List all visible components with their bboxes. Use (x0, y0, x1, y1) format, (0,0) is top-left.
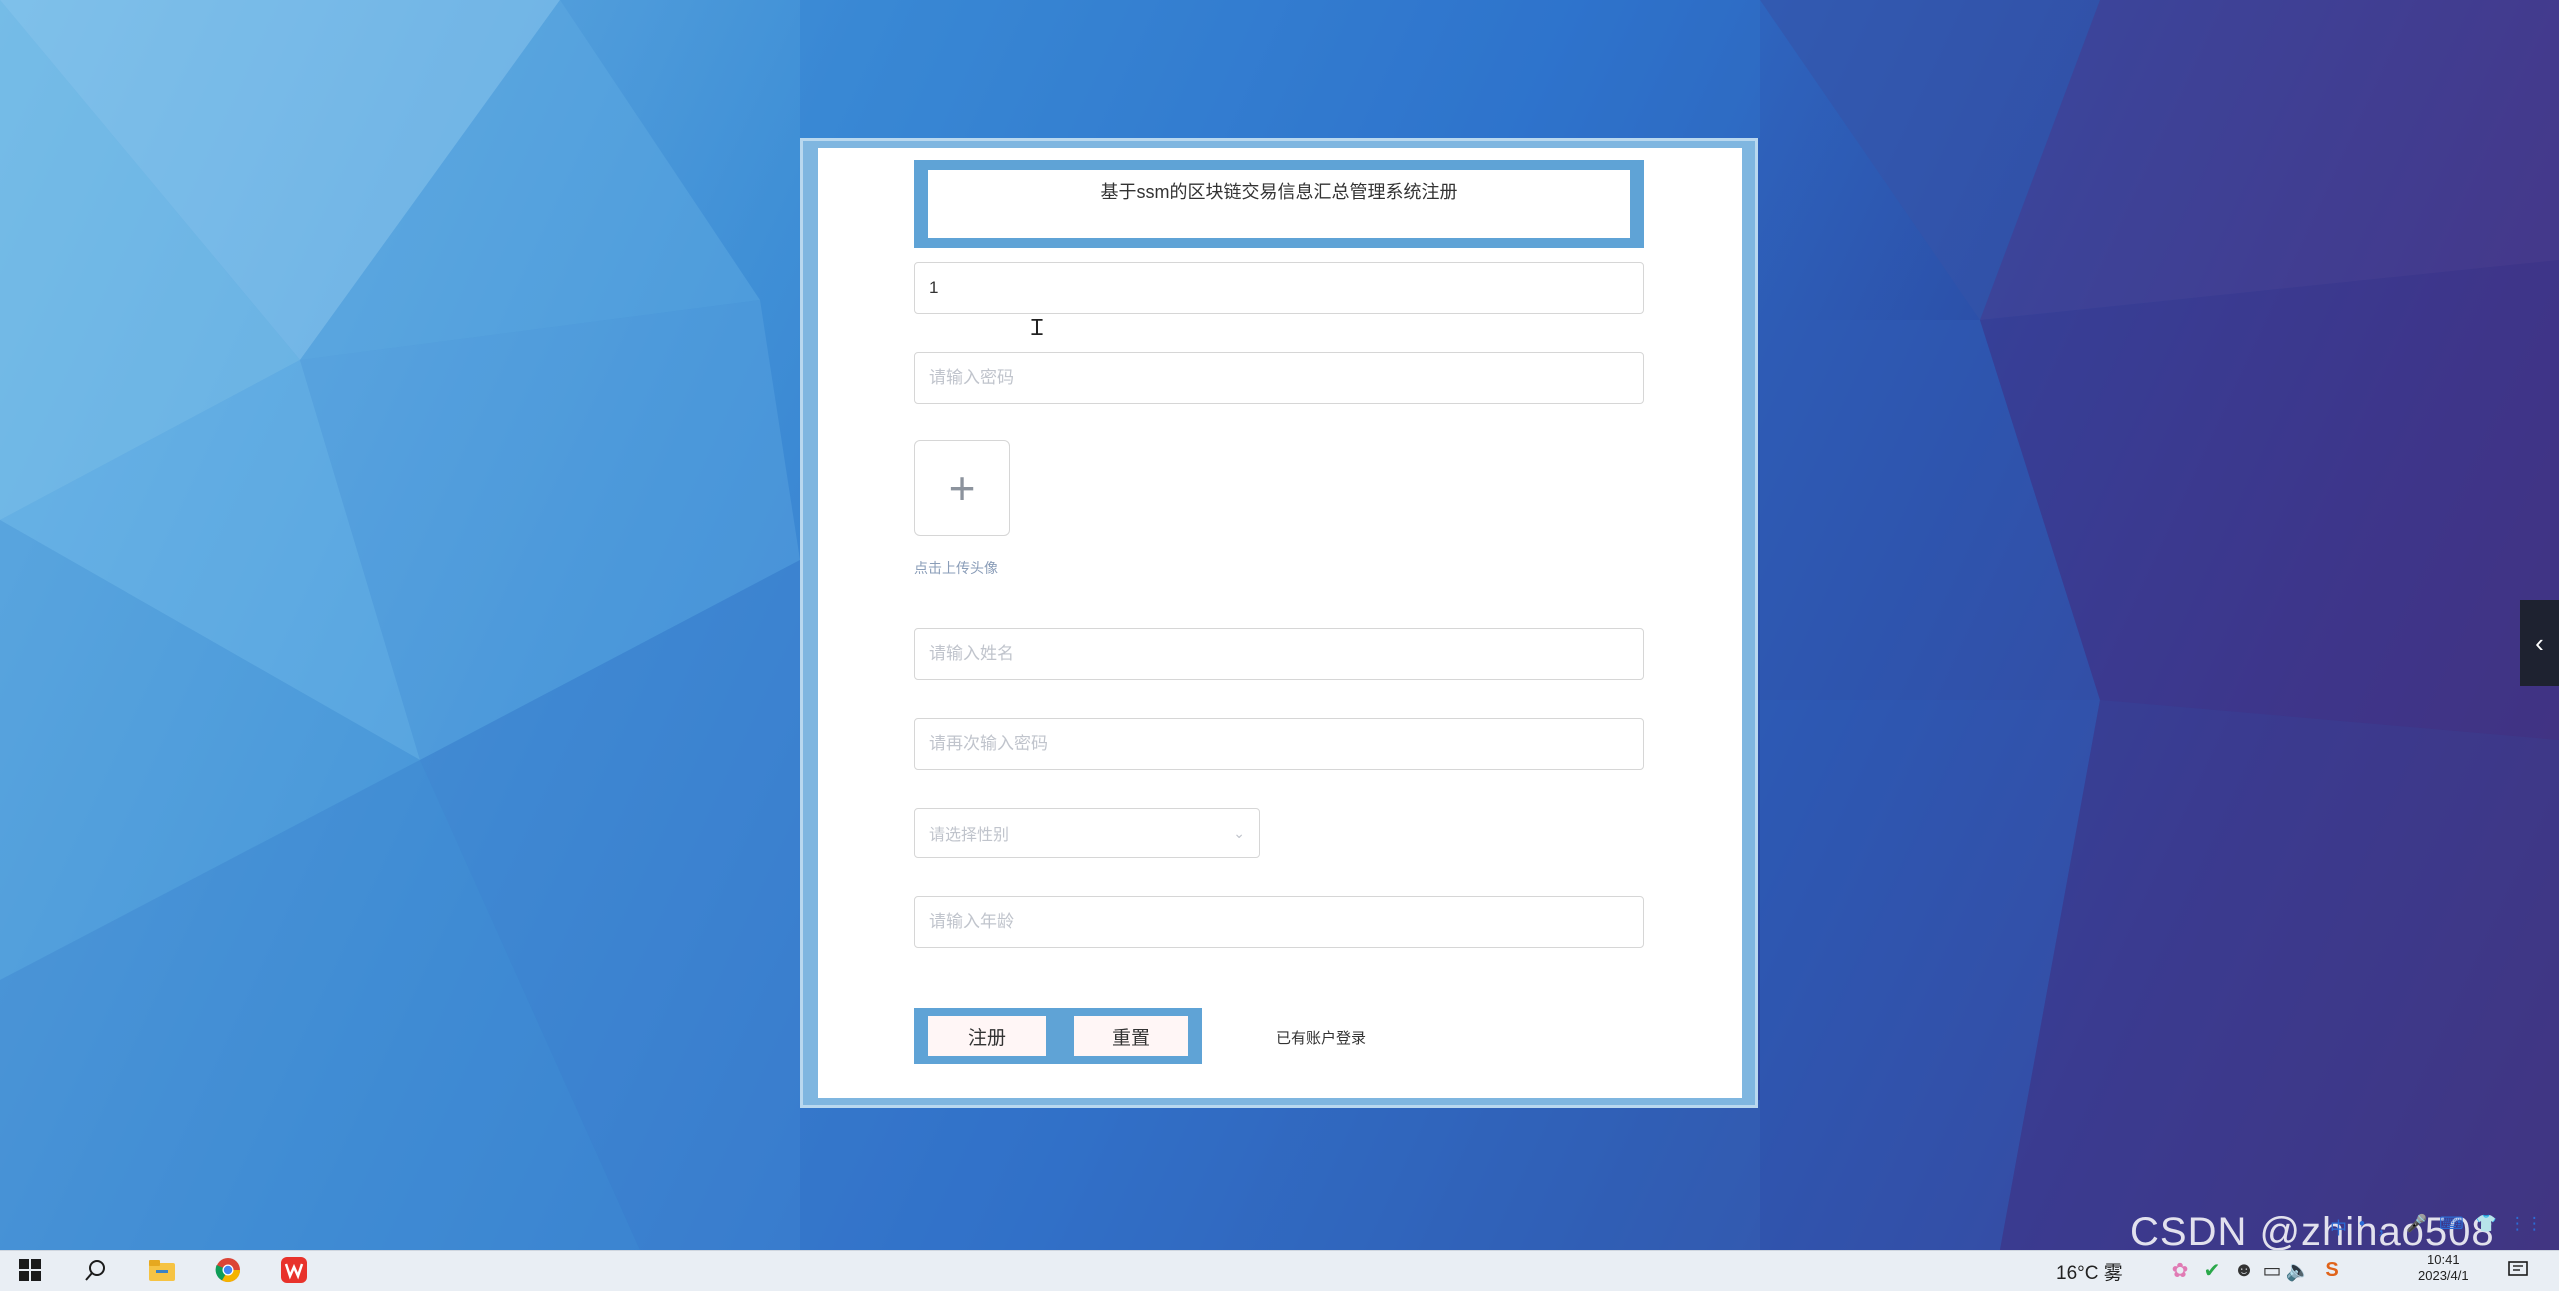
reset-button-label: 重置 (1074, 1016, 1188, 1056)
ime-skin-icon[interactable]: 👕 (2476, 1214, 2497, 1239)
ime-toolbar[interactable]: 中 • ， 🎤 ⌨ 👕 ⋮⋮ (2330, 1214, 2543, 1239)
avatar-upload-button[interactable]: + (914, 440, 1010, 536)
chevron-down-icon: ⌄ (1233, 824, 1245, 841)
wps-icon[interactable] (278, 1254, 310, 1286)
windows-start-icon[interactable] (14, 1254, 46, 1286)
ime-more-icon[interactable]: ⋮⋮ (2509, 1214, 2543, 1239)
search-icon[interactable] (80, 1254, 112, 1286)
weather-text[interactable]: 16°C 雾 (2056, 1258, 2123, 1285)
plus-icon: + (948, 462, 976, 514)
confirm-password-input[interactable] (914, 718, 1644, 770)
text-cursor-icon: Ｉ (1026, 315, 1049, 340)
clock[interactable]: 10:41 2023/4/1 (2418, 1252, 2469, 1284)
password-input[interactable] (914, 352, 1644, 404)
gender-select[interactable]: 请选择性别 ⌄ (914, 808, 1260, 858)
tray-volume-icon[interactable]: 🔈 (2282, 1254, 2314, 1286)
tray-pinwheel-icon[interactable]: ✿ (2164, 1254, 2196, 1286)
chevron-left-icon: ‹ (2535, 627, 2544, 658)
ime-dot-icon[interactable]: • (2359, 1214, 2365, 1239)
gender-select-placeholder: 请选择性别 (929, 827, 1010, 844)
account-input[interactable] (914, 262, 1644, 314)
register-button[interactable]: 注册 (914, 1008, 1060, 1064)
clock-date: 2023/4/1 (2418, 1268, 2469, 1283)
clock-time: 10:41 (2427, 1252, 2460, 1267)
login-link[interactable]: 已有账户登录 (1276, 1027, 1366, 1048)
tray-ime-icon[interactable]: S (2316, 1254, 2348, 1286)
ime-keyboard-icon[interactable]: ⌨ (2439, 1214, 2464, 1239)
upload-hint: 点击上传头像 (914, 560, 998, 576)
chrome-icon[interactable] (212, 1254, 244, 1286)
ime-mic-icon[interactable]: 🎤 (2406, 1214, 2427, 1239)
side-collapse-tab[interactable]: ‹ (2520, 600, 2559, 686)
ime-punct-icon[interactable]: ， (2377, 1214, 2394, 1239)
tray-check-icon[interactable]: ✔ (2196, 1254, 2228, 1286)
reset-button[interactable]: 重置 (1060, 1008, 1202, 1064)
form-title: 基于ssm的区块链交易信息汇总管理系统注册 (914, 160, 1644, 248)
file-explorer-icon[interactable] (146, 1254, 178, 1286)
register-button-label: 注册 (928, 1016, 1046, 1056)
ime-chinese-icon[interactable]: 中 (2330, 1214, 2347, 1239)
name-input[interactable] (914, 628, 1644, 680)
age-input[interactable] (914, 896, 1644, 948)
notification-icon[interactable] (2502, 1254, 2534, 1286)
